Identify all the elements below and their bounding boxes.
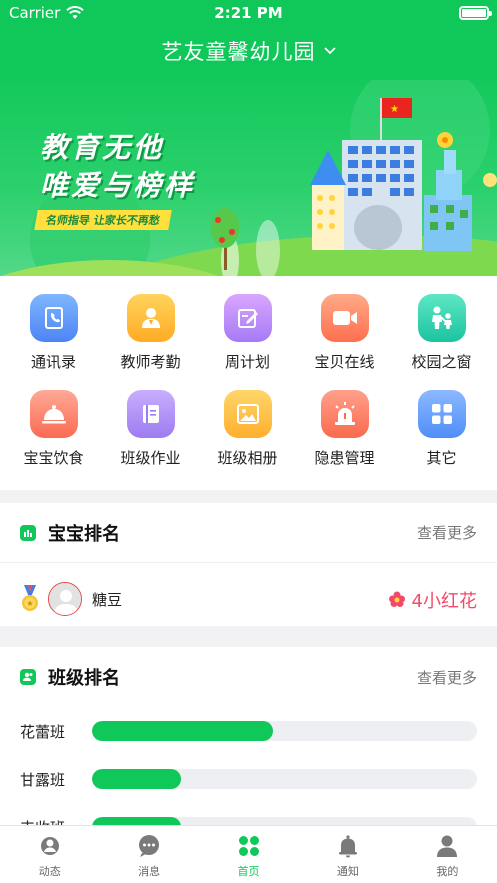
class-rank-row[interactable]: 丰收班 — [0, 803, 497, 825]
home-clover-icon — [238, 836, 259, 856]
banner-tagline: 名师指导 让家长不再愁 — [34, 210, 172, 230]
baby-rank-header: 宝宝排名 查看更多 — [0, 503, 497, 563]
tab-moments[interactable]: 动态 — [0, 826, 99, 883]
banner-slogan-line1: 教育无他 — [40, 131, 165, 164]
class-rank-header: 班级排名 查看更多 — [0, 647, 497, 707]
grid-item-hazard-management[interactable]: 隐患管理 — [296, 390, 393, 468]
grid-label: 校园之窗 — [411, 353, 472, 371]
app-header: Carrier 2:21 PM 艺友童馨幼儿园 — [0, 0, 497, 80]
class-name: 丰收班 — [20, 817, 92, 826]
tab-label: 动态 — [38, 865, 61, 878]
chevron-down-icon — [323, 47, 336, 55]
grid-item-baby-diet[interactable]: 宝宝饮食 — [5, 390, 102, 468]
tab-home[interactable]: 首页 — [199, 826, 298, 883]
baby-rank-more-link[interactable]: 查看更多 — [417, 522, 477, 543]
bottom-tab-bar: 动态 消息 首页 通知 我的 — [0, 825, 497, 883]
promo-banner[interactable]: ★ 教育无他 唯爱与榜样 名师指导 让家长不再愁 — [0, 80, 497, 276]
grid-item-contacts[interactable]: 通讯录 — [5, 294, 102, 372]
class-rank-title-group: 班级排名 — [20, 664, 120, 690]
grid-label: 班级相册 — [217, 449, 278, 467]
progress-fill — [92, 769, 181, 789]
tab-profile[interactable]: 我的 — [398, 826, 497, 883]
tab-label: 我的 — [436, 865, 459, 878]
class-rank-more-link[interactable]: 查看更多 — [417, 667, 477, 688]
grid-label: 教师考勤 — [120, 353, 181, 371]
grid-item-class-homework[interactable]: 班级作业 — [102, 390, 199, 468]
class-name: 甘露班 — [20, 770, 66, 789]
tab-messages[interactable]: 消息 — [99, 826, 198, 883]
class-group-icon — [20, 669, 36, 685]
photo-icon — [223, 390, 272, 438]
parent-child-icon — [417, 294, 466, 342]
battery-icon — [459, 6, 492, 20]
grid-label: 班级作业 — [120, 449, 181, 467]
progress-fill — [92, 721, 273, 741]
grid-item-campus-window[interactable]: 校园之窗 — [393, 294, 490, 372]
class-rank-row[interactable]: 甘露班 — [0, 755, 497, 803]
video-icon — [320, 294, 369, 342]
food-bell-icon — [29, 390, 78, 438]
grid-item-weekly-plan[interactable]: 周计划 — [199, 294, 296, 372]
progress-fill — [92, 817, 181, 825]
alarm-icon — [320, 390, 369, 438]
message-icon — [139, 835, 160, 857]
flower-score-text: 4小红花 — [411, 591, 477, 612]
baby-rank-title: 宝宝排名 — [48, 523, 120, 545]
grid-item-baby-online[interactable]: 宝贝在线 — [296, 294, 393, 372]
grid-label: 隐患管理 — [314, 449, 375, 467]
medal-icon: ★ — [22, 585, 38, 611]
apps-icon — [417, 390, 466, 438]
class-rank-list: 花蕾班甘露班丰收班 — [0, 707, 497, 825]
tab-label: 消息 — [138, 865, 161, 878]
flower-score: 4小红花 — [388, 587, 477, 613]
grid-item-teacher-attendance[interactable]: 教师考勤 — [102, 294, 199, 372]
class-rank-card: 班级排名 查看更多 花蕾班甘露班丰收班 — [0, 647, 497, 825]
status-time: 2:21 PM — [214, 4, 283, 22]
baby-rank-row[interactable]: ★ 糖豆 4小红花 — [0, 563, 497, 635]
class-rank-title: 班级排名 — [48, 668, 120, 689]
class-rank-row[interactable]: 花蕾班 — [0, 707, 497, 755]
progress-track — [92, 721, 477, 741]
avatar — [48, 582, 82, 616]
progress-track — [92, 817, 477, 825]
status-bar: Carrier 2:21 PM — [0, 0, 497, 26]
tab-label: 通知 — [336, 865, 359, 878]
edit-icon — [223, 294, 272, 342]
class-name: 花蕾班 — [20, 722, 66, 741]
grid-label: 宝贝在线 — [314, 353, 375, 371]
svg-text:★: ★ — [390, 104, 399, 115]
tab-notifications[interactable]: 通知 — [298, 826, 397, 883]
bell-icon — [338, 835, 357, 858]
baby-rank-card: 宝宝排名 查看更多 ★ 糖豆 4小红花 — [0, 503, 497, 626]
profile-icon — [437, 835, 458, 857]
svg-text:★: ★ — [26, 599, 33, 608]
contacts-icon — [29, 294, 78, 342]
school-switcher[interactable]: 艺友童馨幼儿园 — [0, 36, 497, 66]
grid-item-other[interactable]: 其它 — [393, 390, 490, 468]
moments-icon — [40, 837, 59, 855]
baby-name: 糖豆 — [92, 590, 123, 609]
grid-label: 通讯录 — [30, 353, 76, 371]
grid-label: 其它 — [426, 449, 457, 467]
bar-chart-icon — [20, 524, 36, 541]
grid-label: 周计划 — [224, 353, 270, 371]
school-name: 艺友童馨幼儿园 — [161, 40, 316, 64]
teacher-icon — [126, 294, 175, 342]
progress-track — [92, 769, 477, 789]
grid-item-class-album[interactable]: 班级相册 — [199, 390, 296, 468]
banner-slogan-line2: 唯爱与榜样 — [40, 169, 196, 202]
grid-label: 宝宝饮食 — [23, 449, 84, 467]
function-grid: 通讯录 教师考勤 周计划 宝贝在线 校园之窗 宝宝饮食 班级作业 班级相册 隐患… — [0, 276, 497, 490]
tab-label: 首页 — [237, 865, 260, 878]
book-icon — [126, 390, 175, 438]
baby-rank-title-group: 宝宝排名 — [20, 520, 120, 546]
red-flower-icon — [388, 591, 405, 607]
